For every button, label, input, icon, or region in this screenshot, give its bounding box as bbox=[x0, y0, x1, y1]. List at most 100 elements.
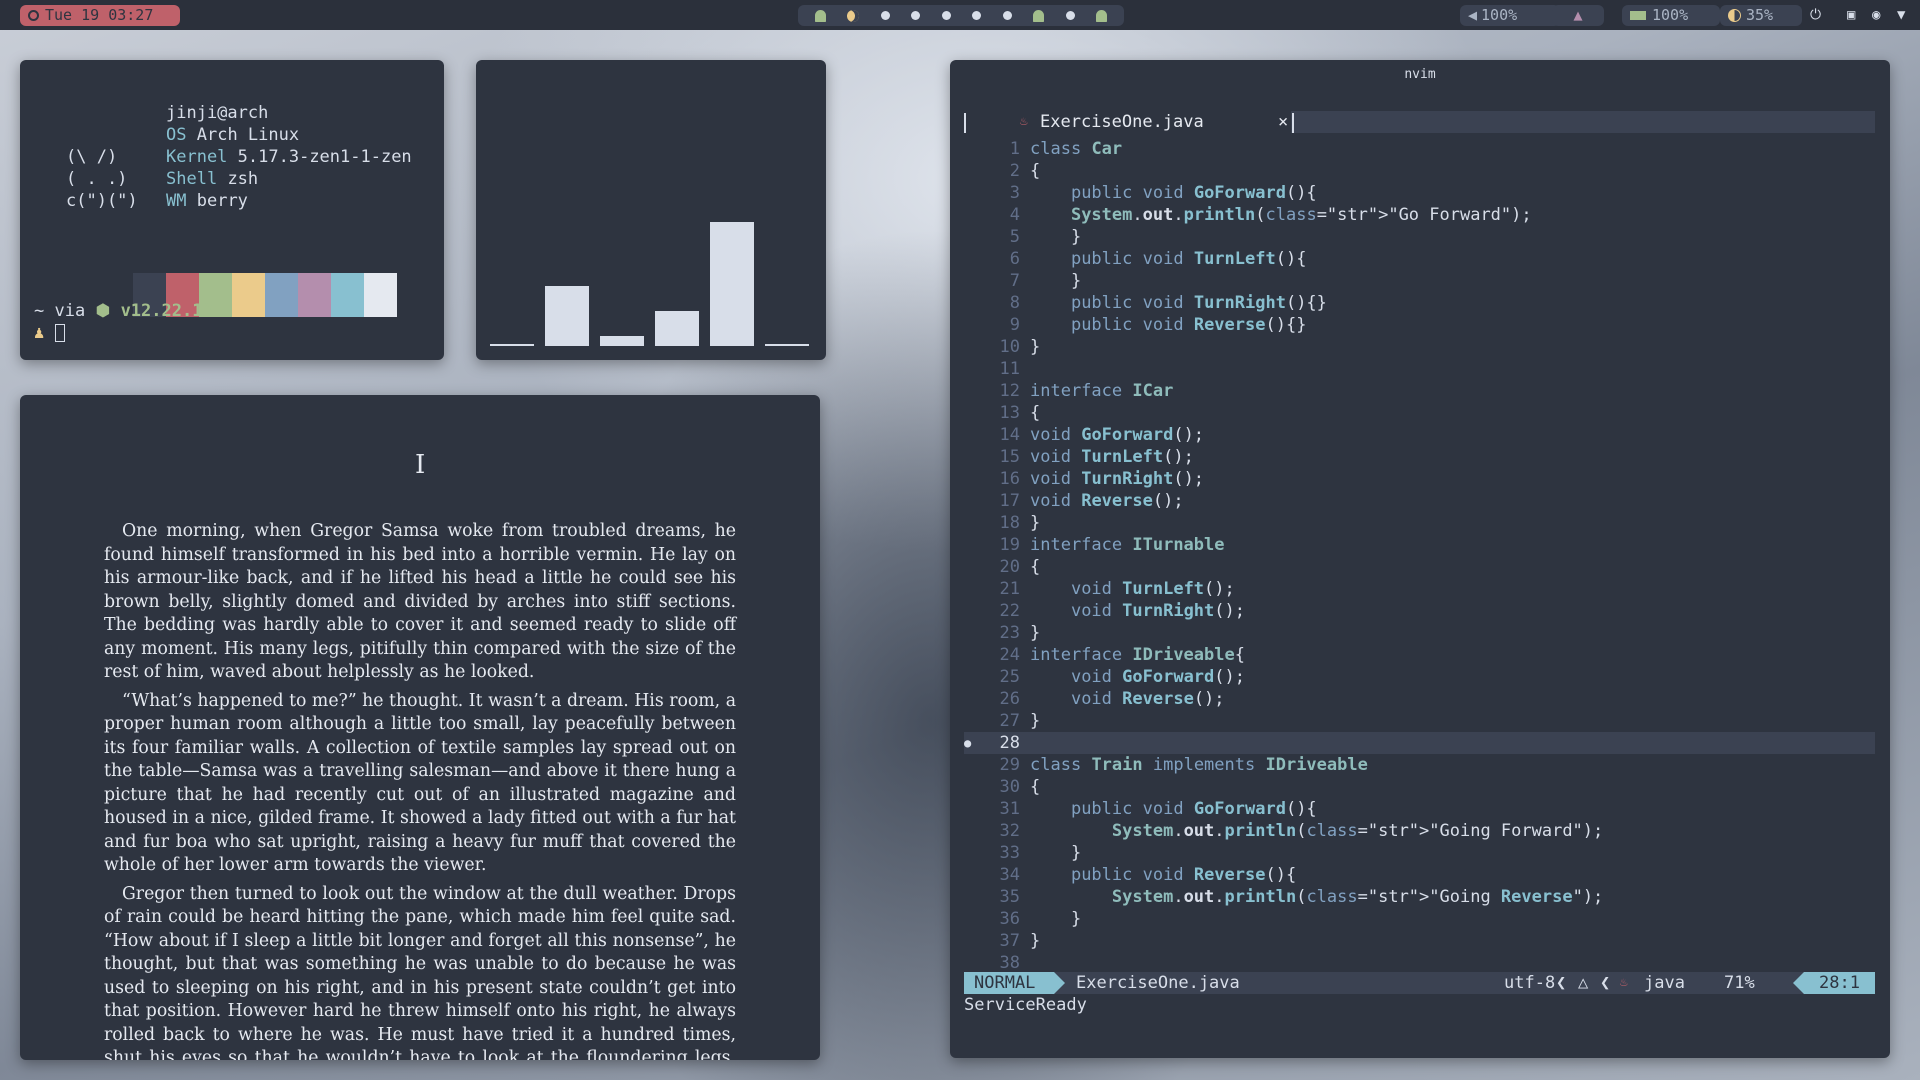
fetch-terminal[interactable]: jinji@arch OS Arch Linux Kernel 5.17.3-z… bbox=[20, 60, 444, 360]
code-line[interactable]: 22 void TurnRight(); bbox=[964, 600, 1875, 622]
code-text: interface ITurnable bbox=[1030, 535, 1225, 555]
code-line[interactable]: 37} bbox=[964, 930, 1875, 952]
bell-icon: ▲ bbox=[1573, 6, 1583, 24]
status-percent: 71% bbox=[1724, 973, 1755, 993]
code-line[interactable]: 20 { bbox=[964, 556, 1875, 578]
code-text: public void Reverse(){ bbox=[1070, 865, 1297, 885]
code-text: } bbox=[1030, 909, 1082, 929]
code-line[interactable]: 31 public void GoForward(){ bbox=[964, 798, 1875, 820]
brightness-icon bbox=[1728, 9, 1741, 22]
line-number: 12 bbox=[999, 381, 1020, 401]
java-icon: ♨ bbox=[1620, 975, 1628, 990]
fetch-shell-row: Shell zsh bbox=[166, 168, 258, 190]
prompt-symbol-icon: ♟ bbox=[34, 323, 45, 343]
palette-swatch bbox=[331, 273, 364, 317]
code-line[interactable]: ● 28 bbox=[964, 732, 1875, 754]
ghost-workspace-icon[interactable] bbox=[1096, 9, 1108, 22]
code-line[interactable]: 2{ bbox=[964, 160, 1875, 182]
code-line[interactable]: 9 public void Reverse(){} bbox=[964, 314, 1875, 336]
prompt-line[interactable]: ♟ bbox=[34, 322, 65, 344]
window-title: nvim bbox=[1404, 67, 1436, 82]
line-number: 2 bbox=[1009, 161, 1020, 181]
code-line[interactable]: 8 public void TurnRight(){} bbox=[964, 292, 1875, 314]
code-text: } bbox=[1030, 711, 1041, 731]
workspace-dot-icon[interactable] bbox=[972, 11, 982, 20]
line-number: 25 bbox=[999, 667, 1020, 687]
code-line[interactable]: 34 public void Reverse(){ bbox=[964, 864, 1875, 886]
code-line[interactable]: 1 class Car bbox=[964, 138, 1875, 160]
code-line[interactable]: 3 public void GoForward(){ bbox=[964, 182, 1875, 204]
line-number: 10 bbox=[999, 337, 1020, 357]
moon-workspace-icon[interactable] bbox=[847, 9, 860, 22]
code-line[interactable]: 19 interface ITurnable bbox=[964, 534, 1875, 556]
clock-widget[interactable]: Tue 19 03:27 bbox=[20, 5, 180, 26]
volume-widget[interactable]: ◀ 100% bbox=[1460, 5, 1560, 26]
code-line[interactable]: 21 void TurnLeft(); bbox=[964, 578, 1875, 600]
tray-app-icon[interactable]: ▣ bbox=[1847, 8, 1861, 22]
code-line[interactable]: 32 System.out.println(class="str">"Going… bbox=[964, 820, 1875, 842]
workspace-dot-icon[interactable] bbox=[1002, 11, 1012, 20]
tab-exerciseone[interactable]: ♨ ExerciseOne.java × bbox=[964, 111, 1294, 133]
code-text: } bbox=[1030, 843, 1082, 863]
nvim-window[interactable]: nvim ♨ ExerciseOne.java × 1 class Car 2{3 … bbox=[950, 60, 1890, 1058]
code-line[interactable]: 16 void TurnRight(); bbox=[964, 468, 1875, 490]
code-line[interactable]: 18} bbox=[964, 512, 1875, 534]
code-line[interactable]: 36 } bbox=[964, 908, 1875, 930]
code-line[interactable]: 17 void Reverse(); bbox=[964, 490, 1875, 512]
terminal-cursor bbox=[54, 324, 65, 342]
code-line[interactable]: 13 { bbox=[964, 402, 1875, 424]
line-number: 13 bbox=[999, 403, 1020, 423]
palette-swatch bbox=[298, 273, 331, 317]
code-line[interactable]: 6 public void TurnLeft(){ bbox=[964, 248, 1875, 270]
code-line[interactable]: 38 bbox=[964, 952, 1875, 974]
code-line[interactable]: 10} bbox=[964, 336, 1875, 358]
status-filename: ExerciseOne.java bbox=[1076, 973, 1240, 993]
shell-prompt: ~ via ⬢ v12.22.12 bbox=[34, 300, 213, 322]
line-number: 32 bbox=[999, 821, 1020, 841]
notifications-widget[interactable]: ▲ bbox=[1552, 5, 1604, 26]
tab-close-button[interactable]: × bbox=[1278, 111, 1288, 133]
code-text: } bbox=[1030, 513, 1041, 533]
workspace-dot-icon[interactable] bbox=[880, 11, 890, 20]
code-line[interactable]: 26 void Reverse(); bbox=[964, 688, 1875, 710]
line-number: 27 bbox=[999, 711, 1020, 731]
fetch-shell-value: zsh bbox=[227, 169, 259, 189]
discord-icon[interactable]: ◉ bbox=[1872, 8, 1886, 22]
code-line[interactable]: 30 { bbox=[964, 776, 1875, 798]
code-line[interactable]: 35 System.out.println(class="str">"Going… bbox=[964, 886, 1875, 908]
code-line[interactable]: 14 void GoForward(); bbox=[964, 424, 1875, 446]
ghost-workspace-icon[interactable] bbox=[814, 9, 826, 22]
code-line[interactable]: 12 interface ICar bbox=[964, 380, 1875, 402]
code-line[interactable]: 25 void GoForward(); bbox=[964, 666, 1875, 688]
line-number: 37 bbox=[999, 931, 1020, 951]
volume-value: 100% bbox=[1481, 6, 1518, 24]
workspace-dot-icon[interactable] bbox=[911, 11, 921, 20]
separator-icon: ❮ bbox=[1600, 973, 1611, 993]
status-position: 28:1 bbox=[1804, 972, 1875, 994]
command-line-message: ServiceReady bbox=[964, 995, 1087, 1015]
power-icon[interactable]: ⏻ bbox=[1810, 8, 1824, 22]
tab-left-edge bbox=[964, 113, 966, 133]
workspace-dot-icon[interactable] bbox=[941, 11, 951, 20]
code-line[interactable]: 5 } bbox=[964, 226, 1875, 248]
code-line[interactable]: 11 bbox=[964, 358, 1875, 380]
line-number: 6 bbox=[1009, 249, 1020, 269]
battery-widget[interactable]: 100% bbox=[1622, 5, 1720, 26]
document-reader[interactable]: I One morning, when Gregor Samsa woke fr… bbox=[20, 395, 820, 1060]
code-line[interactable]: 7 } bbox=[964, 270, 1875, 292]
code-text: void TurnLeft(); bbox=[1030, 447, 1194, 467]
code-line[interactable]: 29 class Train implements IDriveable bbox=[964, 754, 1875, 776]
wifi-icon[interactable]: ▼ bbox=[1897, 8, 1911, 22]
line-number: 1 bbox=[1009, 139, 1020, 159]
code-line[interactable]: 27} bbox=[964, 710, 1875, 732]
code-line[interactable]: 23} bbox=[964, 622, 1875, 644]
code-line[interactable]: 15 void TurnLeft(); bbox=[964, 446, 1875, 468]
workspace-dot-icon[interactable] bbox=[1065, 11, 1075, 20]
ghost-workspace-icon[interactable] bbox=[1033, 9, 1045, 22]
prompt-dir: ~ bbox=[34, 301, 45, 321]
code-line[interactable]: 33 } bbox=[964, 842, 1875, 864]
code-line[interactable]: 4 System.out.println(class="str">"Go For… bbox=[964, 204, 1875, 226]
brightness-widget[interactable]: 35% bbox=[1720, 5, 1802, 26]
line-number: 23 bbox=[999, 623, 1020, 643]
code-line[interactable]: 24 interface IDriveable{ bbox=[964, 644, 1875, 666]
